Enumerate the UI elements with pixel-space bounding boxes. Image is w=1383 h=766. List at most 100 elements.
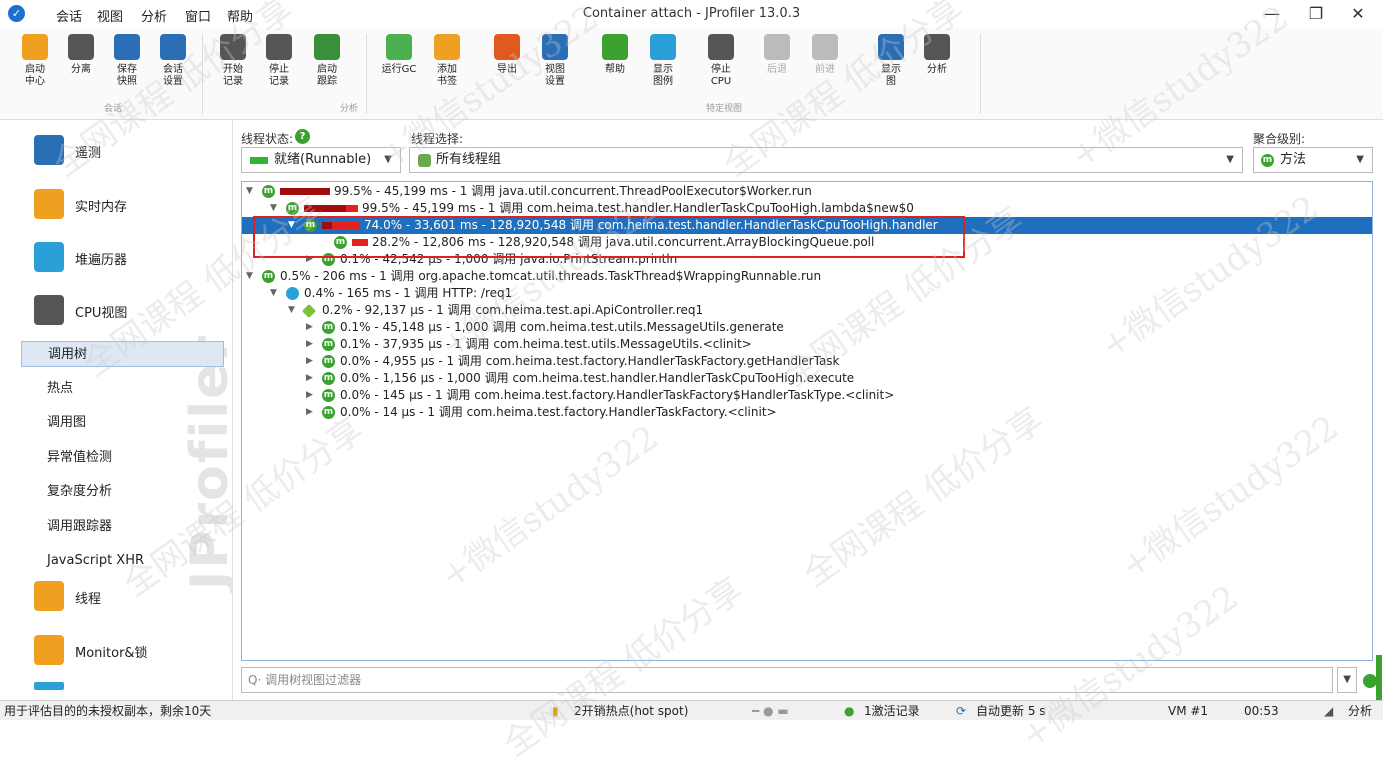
sidebar-item-live-memory[interactable]: 实时内存 xyxy=(0,180,232,230)
filter-options-dropdown[interactable]: ▼ xyxy=(1337,667,1357,693)
tree-row[interactable]: ▶ m 0.0% - 1,156 µs - 1,000 调用 com.heima.t… xyxy=(242,370,1372,387)
sidebar-item-cpu-views[interactable]: CPU视图 xyxy=(0,286,232,336)
toolbar-button-10[interactable]: 视图 设置 xyxy=(532,30,578,88)
sidebar-subitem[interactable]: JavaScript XHR xyxy=(21,548,224,574)
call-tree[interactable]: ▼ m 99.5% - 45,199 ms - 1 调用 java.util.con… xyxy=(241,181,1373,661)
sidebar-subitem[interactable]: 调用跟踪器 xyxy=(21,514,224,540)
tree-row[interactable]: ▶ m 0.1% - 37,935 µs - 1 调用 com.heima.test… xyxy=(242,336,1372,353)
expand-right-icon[interactable]: ▶ xyxy=(306,251,316,268)
toolbar-button-17[interactable]: 分析 xyxy=(914,30,960,76)
toolbar-label-2: 书签 xyxy=(437,76,457,87)
expand-right-icon[interactable]: ▶ xyxy=(306,336,316,353)
toolbar-button-9[interactable]: 导出 xyxy=(484,30,530,76)
tree-row[interactable]: ▶ m 0.1% - 42,542 µs - 1,000 调用 java.io.Pr… xyxy=(242,251,1372,268)
toolbar-button-16[interactable]: 显示图 xyxy=(868,30,914,88)
sidebar-item-heap-walker[interactable]: 堆遍历器 xyxy=(0,233,232,283)
toolbar-button-15[interactable]: 前进 xyxy=(802,30,848,76)
call-tree-filter-input[interactable]: Q· 调用树视图过滤器 xyxy=(241,667,1333,693)
tree-row[interactable]: ▼ 0.2% - 92,137 µs - 1 调用 com.heima.test.… xyxy=(242,302,1372,319)
expand-right-icon[interactable]: ▶ xyxy=(306,370,316,387)
chevron-down-icon: ▼ xyxy=(1226,154,1234,165)
resize-grip[interactable] xyxy=(1376,655,1382,700)
minimize-icon[interactable]: — xyxy=(1252,3,1292,25)
toolbar-label: 显示 xyxy=(653,64,673,75)
method-icon: m xyxy=(322,355,335,368)
sidebar-item-monitor-lock[interactable]: Monitor&锁 xyxy=(0,626,232,676)
thread-state-dropdown[interactable]: 就绪(Runnable) ▼ xyxy=(241,147,401,173)
tree-row[interactable]: ▼ m 99.5% - 45,199 ms - 1 调用 java.util.con… xyxy=(242,183,1372,200)
filter-help-icon[interactable] xyxy=(1363,674,1377,688)
tree-row[interactable]: ▶ m 0.1% - 45,148 µs - 1,000 调用 com.heima.… xyxy=(242,319,1372,336)
tree-row[interactable]: ▶ m 0.0% - 14 µs - 1 调用 com.heima.test.fac… xyxy=(242,404,1372,421)
active-records-status[interactable]: 1激活记录 xyxy=(864,701,920,721)
tree-row[interactable]: m 28.2% - 12,806 ms - 128,920,548 调用 java… xyxy=(242,234,1372,251)
expand-right-icon[interactable]: ▶ xyxy=(306,404,316,421)
toolbar-button-8[interactable]: 添加 书签 xyxy=(424,30,470,88)
toolbar-label: 运行GC xyxy=(381,64,417,75)
sidebar-subitem[interactable]: 热点 xyxy=(21,376,224,402)
sidebar-subitem[interactable]: 异常值检测 xyxy=(21,445,224,471)
tree-row[interactable]: ▶ m 0.0% - 4,955 µs - 1 调用 com.heima.test.… xyxy=(242,353,1372,370)
runnable-state-icon xyxy=(250,157,268,164)
toolbar-group-label: 分析 xyxy=(340,104,359,114)
sidebar-item-label: Monitor&锁 xyxy=(75,646,148,661)
expand-right-icon[interactable]: ▶ xyxy=(306,387,316,404)
tree-row[interactable]: ▼ m 74.0% - 33,601 ms - 128,920,548 调用 com… xyxy=(242,217,1372,234)
expand-down-icon[interactable]: ▼ xyxy=(270,285,280,302)
toolbar-button-4[interactable]: 开始 记录 xyxy=(210,30,256,88)
auto-update-status[interactable]: 自动更新 5 s xyxy=(976,701,1046,721)
toolbar-button-14[interactable]: 后退 xyxy=(754,30,800,76)
sidebar-subitem[interactable]: 调用图 xyxy=(21,410,224,436)
toolbar-button-7[interactable]: 运行GC xyxy=(376,30,422,76)
tree-row-text: 74.0% - 33,601 ms - 128,920,548 调用 com.h… xyxy=(364,218,938,232)
expand-right-icon[interactable]: ▶ xyxy=(306,319,316,336)
sidebar-subitem[interactable]: 调用树 xyxy=(21,341,224,367)
toolbar-button-6[interactable]: 启动 跟踪 xyxy=(304,30,350,88)
toolbar-button-12[interactable]: 显示 图例 xyxy=(640,30,686,88)
stop-cpu-icon xyxy=(708,34,734,60)
record-icon: ● xyxy=(844,704,855,718)
help-icon[interactable]: ? xyxy=(295,129,310,144)
threads-icon xyxy=(34,581,64,611)
tree-row-text: 0.1% - 37,935 µs - 1 调用 com.heima.test.u… xyxy=(340,337,752,351)
tree-row[interactable]: ▼ m 99.5% - 45,199 ms - 1 调用 com.heima.tes… xyxy=(242,200,1372,217)
toolbar-separator xyxy=(202,34,203,114)
java-class-icon xyxy=(301,303,317,319)
tree-row-text: 0.0% - 1,156 µs - 1,000 调用 com.heima.tes… xyxy=(340,371,855,385)
expand-right-icon[interactable]: ▶ xyxy=(306,353,316,370)
toolbar-button-1[interactable]: 分离 xyxy=(58,30,104,76)
hotspot-status[interactable]: 2开销热点(hot spot) xyxy=(574,701,688,721)
sidebar-subitem[interactable]: 复杂度分析 xyxy=(21,479,224,505)
aggregation-dropdown[interactable]: m 方法 ▼ xyxy=(1253,147,1373,173)
filter-placeholder: 调用树视图过滤器 xyxy=(265,673,362,687)
self-time-bar xyxy=(332,222,360,229)
close-icon[interactable]: ✕ xyxy=(1338,3,1378,25)
thread-select-dropdown[interactable]: 所有线程组 ▼ xyxy=(409,147,1243,173)
toolbar-button-3[interactable]: 会话 设置 xyxy=(150,30,196,88)
toolbar-button-13[interactable]: 停止 CPU xyxy=(698,30,744,88)
toolbar-label: 保存 xyxy=(117,64,137,75)
tree-row[interactable]: ▶ m 0.0% - 145 µs - 1 调用 com.heima.test.fa… xyxy=(242,387,1372,404)
more-views-icon[interactable] xyxy=(34,682,64,690)
toolbar-label-2: 中心 xyxy=(25,76,45,87)
expand-down-icon[interactable]: ▼ xyxy=(246,268,256,285)
toolbar-button-11[interactable]: 帮助 xyxy=(592,30,638,76)
toolbar-button-0[interactable]: 启动 中心 xyxy=(12,30,58,88)
method-icon: m xyxy=(304,219,317,232)
expand-down-icon[interactable]: ▼ xyxy=(270,200,280,217)
expand-down-icon[interactable]: ▼ xyxy=(288,217,298,234)
restore-icon[interactable]: ❐ xyxy=(1296,3,1336,25)
tree-row[interactable]: ▼ m 0.5% - 206 ms - 1 调用 org.apache.tomcat… xyxy=(242,268,1372,285)
toolbar-button-5[interactable]: 停止 记录 xyxy=(256,30,302,88)
self-time-bar xyxy=(352,239,368,246)
expand-down-icon[interactable]: ▼ xyxy=(246,183,256,200)
chevron-down-icon: ▼ xyxy=(384,154,392,165)
analyze-status[interactable]: 分析 xyxy=(1348,701,1372,721)
tree-row[interactable]: ▼ 0.4% - 165 ms - 1 调用 HTTP: /req1 xyxy=(242,285,1372,302)
sidebar-item-telemetry[interactable]: 遥测 xyxy=(0,126,232,176)
sidebar-item-threads[interactable]: 线程 xyxy=(0,572,232,622)
expand-down-icon[interactable]: ▼ xyxy=(288,302,298,319)
method-icon: m xyxy=(322,338,335,351)
toolbar-button-2[interactable]: 保存 快照 xyxy=(104,30,150,88)
toolbar-label: 后退 xyxy=(767,64,787,75)
